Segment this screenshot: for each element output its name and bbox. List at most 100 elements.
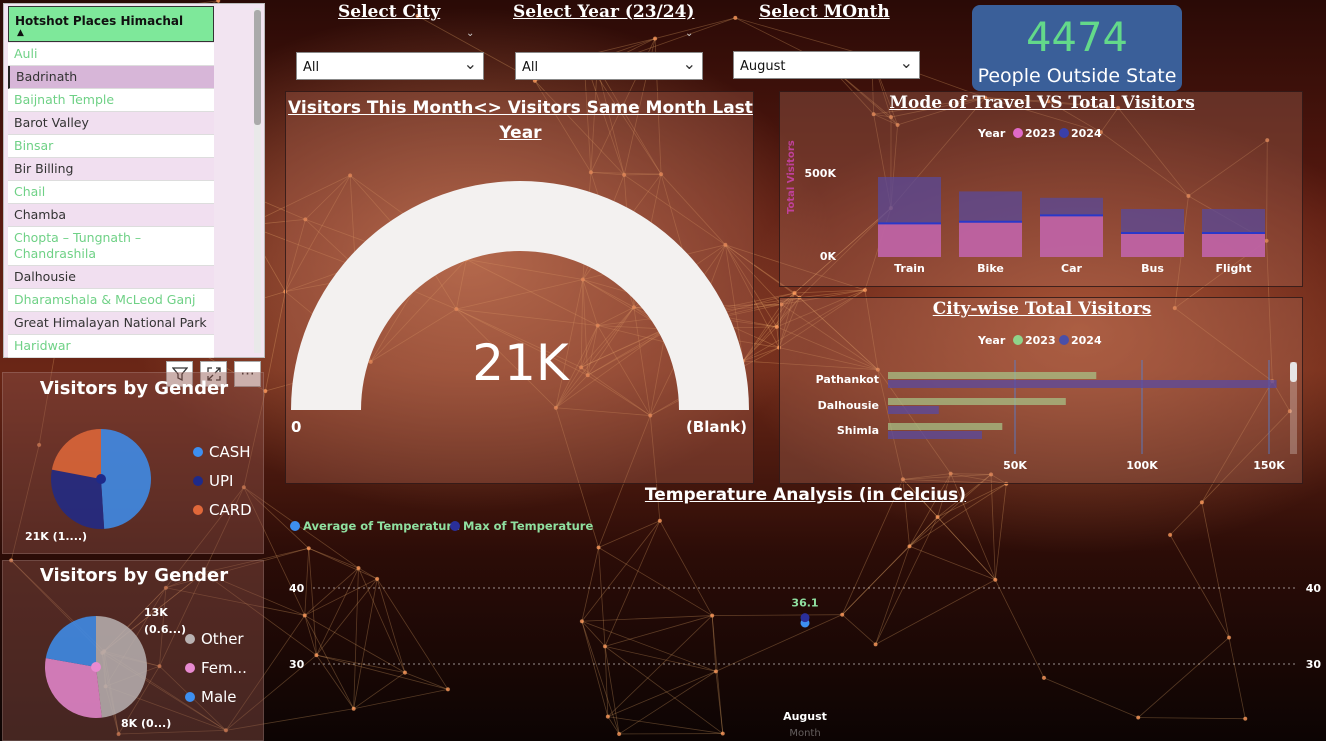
bar-2023-shimla[interactable] [888,423,1003,430]
temperature-panel: Temperature Analysis (in Celcius) Averag… [285,484,1326,741]
x-tick-august: August [783,710,827,723]
legend-max-temperature[interactable]: Max of Temperature [463,519,593,533]
gauge-panel: Visitors This Month<> Visitors Same Mont… [285,91,754,484]
point-max-temperature[interactable] [800,613,810,623]
slicer-item[interactable]: Great Himalayan National Park [8,312,214,335]
slicer-title: Hotshot Places Himachal [15,14,184,28]
legend-avg-temperature[interactable]: Average of Temperature [303,519,460,533]
payment-data-label: 21K (1....) [25,530,88,543]
bar-2023-train[interactable] [878,223,941,257]
bar-2024-shimla[interactable] [888,431,982,439]
year-dropdown[interactable]: All ⌄ [515,52,703,80]
data-label-max-temperature: 36.1 [791,597,818,610]
pie-slice-cash[interactable] [101,429,151,529]
y-tick-right: 40 [1306,582,1322,595]
x-tick-flight: Flight [1215,262,1251,275]
gender-label-female: 8K (0...) [121,717,172,730]
slicer-item[interactable]: Chail [8,181,214,204]
bar-2023-dalhousie[interactable] [888,398,1066,405]
travel-mode-chart[interactable]: Year 2023 2024 Total Visitors 500K 0K Tr… [780,92,1304,288]
gender-pie-panel: Visitors by Gender 13K (0.6...) 8K (0...… [2,560,264,741]
slicer-item[interactable]: Badrinath [8,66,214,89]
bar-2023-flight[interactable] [1202,233,1265,257]
sort-up-icon[interactable]: ▲ [17,28,24,38]
slicer-item[interactable]: Barot Valley [8,112,214,135]
places-slicer: Hotshot Places Himachal ▲ Auli Badrinath B… [3,3,265,358]
payment-pie-panel: Visitors by Gender CASH UPI CARD 21K (1.… [2,372,264,554]
legend-2024[interactable]: 2024 [1071,127,1102,140]
slicer-scroll-thumb[interactable] [254,10,261,125]
y-tick-pathankot: Pathankot [816,373,879,386]
gender-label-other-value: 13K [144,606,168,619]
legend-dot-avg [290,521,300,531]
pie-center [96,474,106,484]
legend-other[interactable]: Other [185,630,244,648]
bar-2023-pathankot[interactable] [888,372,1097,379]
pie-center [91,662,101,672]
payment-pie-chart[interactable] [49,427,153,531]
legend-dot-max [450,521,460,531]
kpi-card: 4474 People Outside State [972,5,1182,91]
legend-male[interactable]: Male [185,688,237,706]
kpi-value: 4474 [1026,15,1128,61]
bar-2024-pathankot[interactable] [888,380,1277,388]
legend-dot-2024 [1059,335,1069,345]
legend-cash[interactable]: CASH [193,443,251,461]
legend-title: Year [977,334,1006,347]
bar-2023-bike[interactable] [959,221,1022,257]
city-visitors-panel: City-wise Total Visitors Year 2023 2024 … [779,297,1303,484]
y-axis-label: Total Visitors [786,140,797,214]
gauge-value: 21K [472,334,569,392]
pie-slice-male[interactable] [45,616,96,667]
gauge-chart[interactable] [286,92,755,485]
legend-2023[interactable]: 2023 [1025,334,1056,347]
gender-pie-title: Visitors by Gender [39,565,229,586]
y-tick-shimla: Shimla [837,424,879,437]
slicer-item[interactable]: Dalhousie [8,266,214,289]
legend-2023[interactable]: 2023 [1025,127,1056,140]
slicer-item[interactable]: Dharamshala & McLeod Ganj [8,289,214,312]
y-tick-right: 30 [1306,658,1322,671]
legend-upi[interactable]: UPI [193,472,233,490]
slicer-item[interactable]: Haridwar [8,335,214,358]
pie-slice-other[interactable] [96,616,147,718]
gender-pie-chart[interactable] [43,615,149,719]
gauge-min-label: 0 [291,418,302,436]
slicer-header[interactable]: Hotshot Places Himachal ▲ [8,6,214,42]
travel-mode-panel: Mode of Travel VS Total Visitors Year 20… [779,91,1303,287]
chevron-down-icon: ⌄ [682,54,696,73]
y-tick-left: 40 [289,582,305,595]
city-visitors-chart[interactable]: Year 2023 2024 50K 100K 150K Pathankot Dalho… [780,298,1304,485]
chevron-down-icon: ⌄ [463,54,477,73]
kpi-label: People Outside State [977,65,1177,87]
slicer-item[interactable]: Binsar [8,135,214,158]
bar-2023-bus[interactable] [1121,233,1184,257]
y-tick-500k: 500K [805,167,837,180]
bar-2023-car[interactable] [1040,215,1103,257]
payment-pie-title: Visitors by Gender [39,378,229,399]
slicer-item[interactable]: Chopta – Tungnath – Chandrashila [8,227,214,266]
legend-dot-2023 [1013,335,1023,345]
legend-dot-2023 [1013,128,1023,138]
slicer-item[interactable]: Baijnath Temple [8,89,214,112]
legend-card[interactable]: CARD [193,501,252,519]
legend-female[interactable]: Fem... [185,659,247,677]
chevron-down-icon[interactable]: ⌄ [466,28,474,39]
gauge-max-label: (Blank) [685,418,747,436]
select-month-label: Select MOnth [759,2,890,22]
slicer-item[interactable]: Auli [8,43,214,66]
x-tick: 50K [1003,459,1027,472]
month-dropdown[interactable]: August ⌄ [733,51,920,79]
city-scroll-thumb[interactable] [1290,362,1297,382]
x-tick-train: Train [894,262,925,275]
legend-2024[interactable]: 2024 [1071,334,1102,347]
chevron-down-icon[interactable]: ⌄ [685,28,693,39]
bar-2024-dalhousie[interactable] [888,406,939,414]
temperature-chart[interactable]: Average of Temperature Max of Temperatur… [285,484,1326,741]
x-tick: 150K [1253,459,1285,472]
select-year-label: Select Year (23/24) [513,2,695,22]
city-dropdown[interactable]: All ⌄ [296,52,484,80]
slicer-item[interactable]: Bir Billing [8,158,214,181]
slicer-item[interactable]: Chamba [8,204,214,227]
legend-dot-2024 [1059,128,1069,138]
